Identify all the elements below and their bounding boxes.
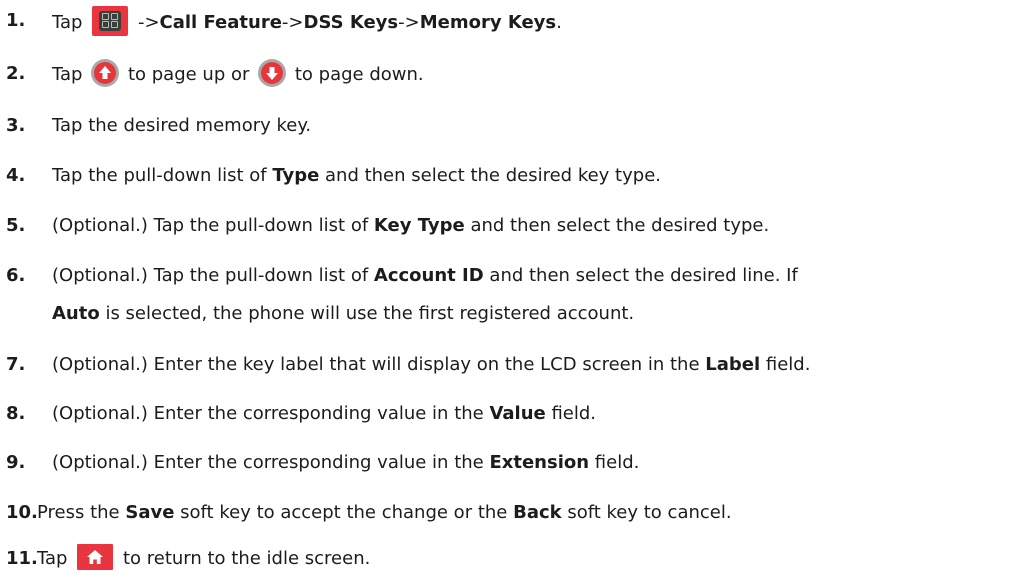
step-number: 6. [6,265,26,286]
field-type: Type [272,165,320,186]
step-number: 3. [6,115,26,136]
step-number: 2. [6,63,26,84]
step-text-part: to page down. [294,64,424,85]
step-number: 8. [6,403,26,424]
soft-key-save: Save [125,502,175,523]
field-value: Value [489,403,546,424]
separator: -> [137,12,160,33]
separator: -> [398,12,420,33]
step-text-part: to page up or [127,64,250,85]
step-number: 5. [6,215,26,236]
option-auto: Auto [52,303,100,324]
step-6: 6. (Optional.) Tap the pull-down list of… [0,263,1015,333]
step-number: 9. [6,452,26,473]
step-text-part: Tap [52,12,83,33]
field-key-type: Key Type [373,215,465,236]
step-number: 10. [6,502,38,523]
step-text: Tap the desired memory key. [52,115,312,136]
field-label: Label [705,354,761,375]
soft-key-back: Back [513,502,562,523]
step-text-line-2: Auto is selected, the phone will use the… [52,303,635,324]
menu-path-memory-keys: Memory Keys [419,12,557,33]
home-icon [77,544,114,570]
step-text: (Optional.) Tap the pull-down list of Ac… [52,265,798,286]
step-number: 7. [6,354,26,375]
menu-path-dss-keys: DSS Keys [303,12,399,33]
separator: -> [281,12,304,33]
step-text: Tap ->Call Feature->DSS Keys->Memory Key… [52,6,562,38]
menu-icon [92,6,129,36]
arrow-down-icon [258,59,287,87]
instruction-list: 1. Tap ->Call Feature->DSS Keys->Memory … [0,0,1022,578]
field-account-id: Account ID [373,265,484,286]
step-text: Tap the pull-down list of Type and then … [52,165,661,186]
step-text: (Optional.) Enter the corresponding valu… [52,452,640,473]
step-text: (Optional.) Enter the key label that wil… [52,354,811,375]
arrow-up-icon [91,59,120,87]
step-number: 1. [6,10,26,31]
step-text: (Optional.) Enter the corresponding valu… [52,403,597,424]
step-text: (Optional.) Tap the pull-down list of Ke… [52,215,770,236]
menu-path-call-feature: Call Feature [159,12,282,33]
step-text: Tap to page up or to page down. [52,59,424,89]
step-text: Tap to return to the idle screen. [37,544,370,572]
period: . [556,12,562,33]
step-number: 4. [6,165,26,186]
step-text-part: Tap [52,64,83,85]
step-text: Press the Save soft key to accept the ch… [37,502,732,523]
field-extension: Extension [489,452,590,473]
step-number: 11. [6,548,38,569]
